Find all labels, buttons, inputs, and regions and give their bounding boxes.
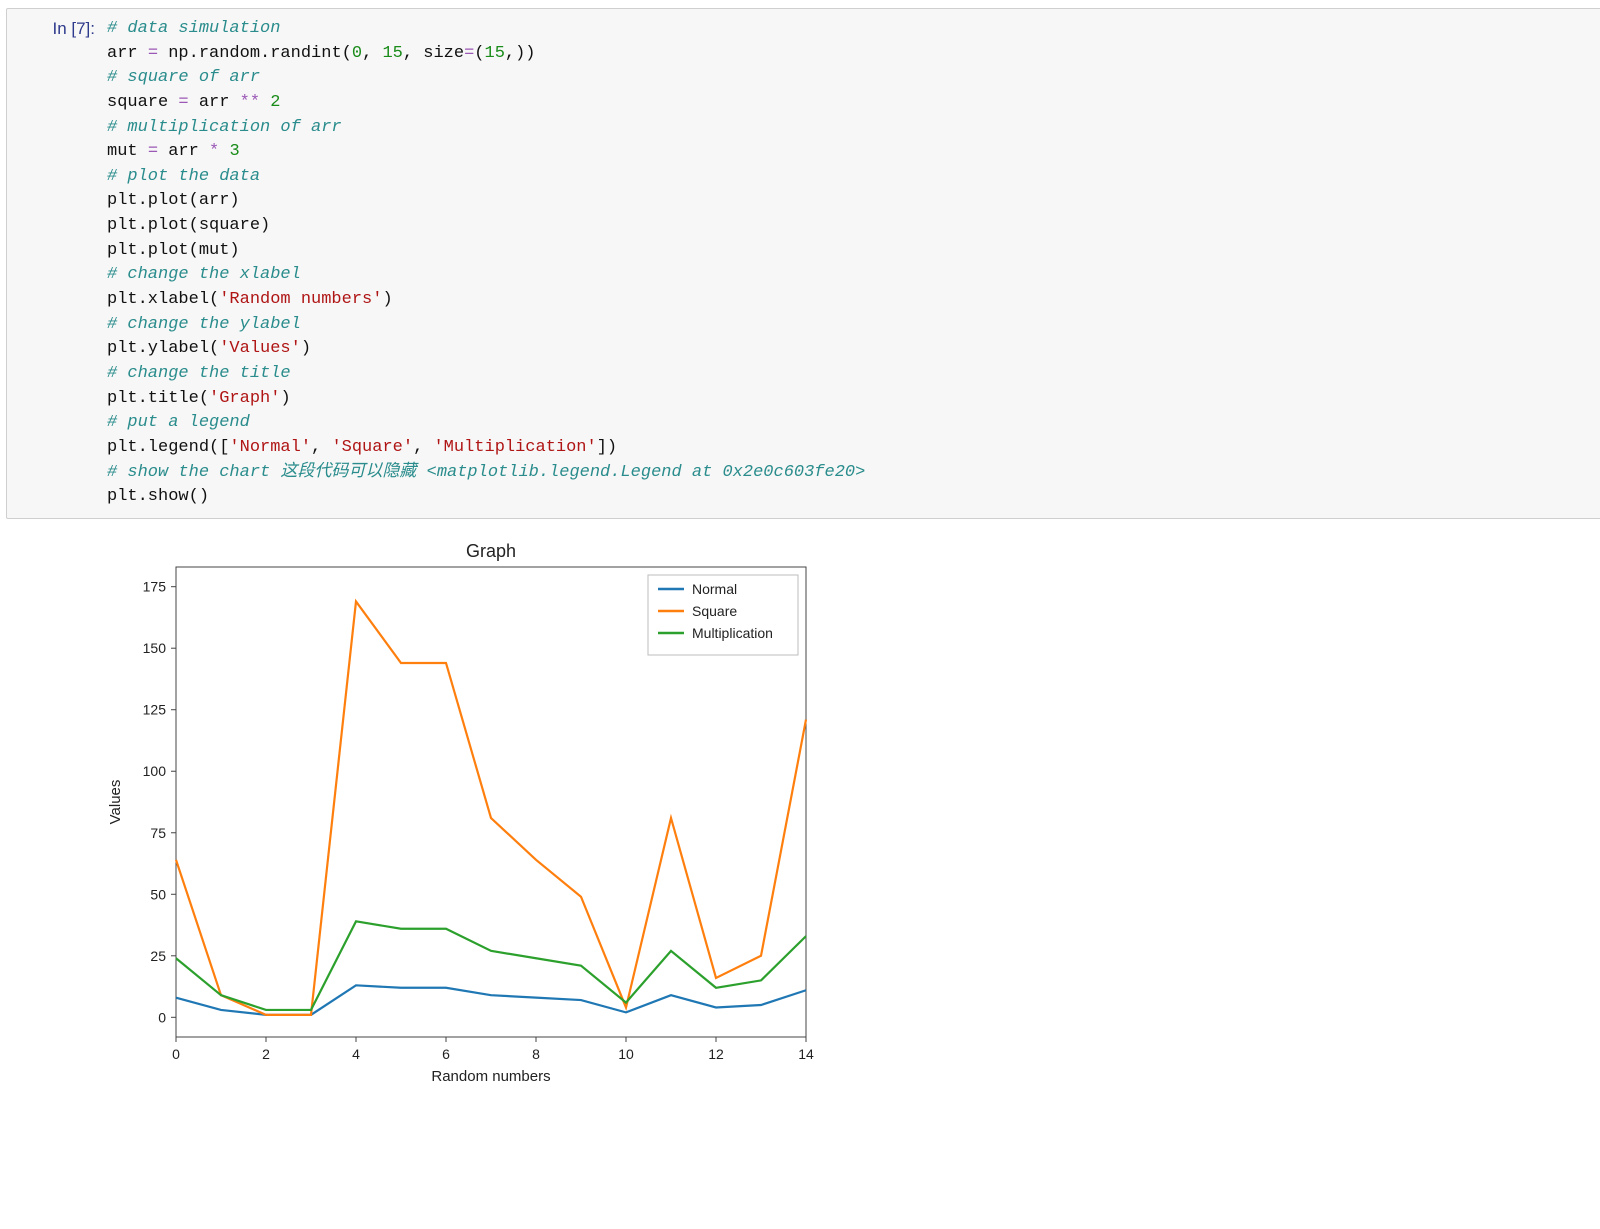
- output-area: 0 25 50 75 100 125 150 175 0 2 4 6 8 10 12 14 Random num…: [94, 537, 1600, 1102]
- svg-text:125: 125: [143, 702, 167, 718]
- svg-text:14: 14: [798, 1046, 814, 1062]
- svg-text:Normal: Normal: [692, 581, 737, 597]
- svg-text:100: 100: [143, 763, 167, 779]
- svg-text:0: 0: [172, 1046, 180, 1062]
- svg-text:6: 6: [442, 1046, 450, 1062]
- svg-text:25: 25: [150, 948, 166, 964]
- svg-text:50: 50: [150, 886, 166, 902]
- svg-text:175: 175: [143, 578, 167, 594]
- matplotlib-chart: 0 25 50 75 100 125 150 175 0 2 4 6 8 10 12 14 Random num…: [94, 537, 854, 1097]
- svg-text:Values: Values: [107, 779, 124, 824]
- svg-text:150: 150: [143, 640, 167, 656]
- code-editor[interactable]: # data simulation arr = np.random.randin…: [103, 15, 1599, 512]
- svg-text:8: 8: [532, 1046, 540, 1062]
- svg-text:12: 12: [708, 1046, 724, 1062]
- svg-text:Square: Square: [692, 603, 737, 619]
- code-cell[interactable]: In [7]: # data simulation arr = np.rando…: [6, 8, 1600, 519]
- svg-text:75: 75: [150, 825, 166, 841]
- svg-text:0: 0: [158, 1009, 166, 1025]
- svg-text:10: 10: [618, 1046, 634, 1062]
- svg-text:Multiplication: Multiplication: [692, 625, 773, 641]
- cell-prompt: In [7]:: [7, 15, 103, 39]
- svg-text:2: 2: [262, 1046, 270, 1062]
- svg-text:Graph: Graph: [466, 541, 516, 561]
- svg-text:Random numbers: Random numbers: [431, 1068, 550, 1085]
- svg-text:4: 4: [352, 1046, 360, 1062]
